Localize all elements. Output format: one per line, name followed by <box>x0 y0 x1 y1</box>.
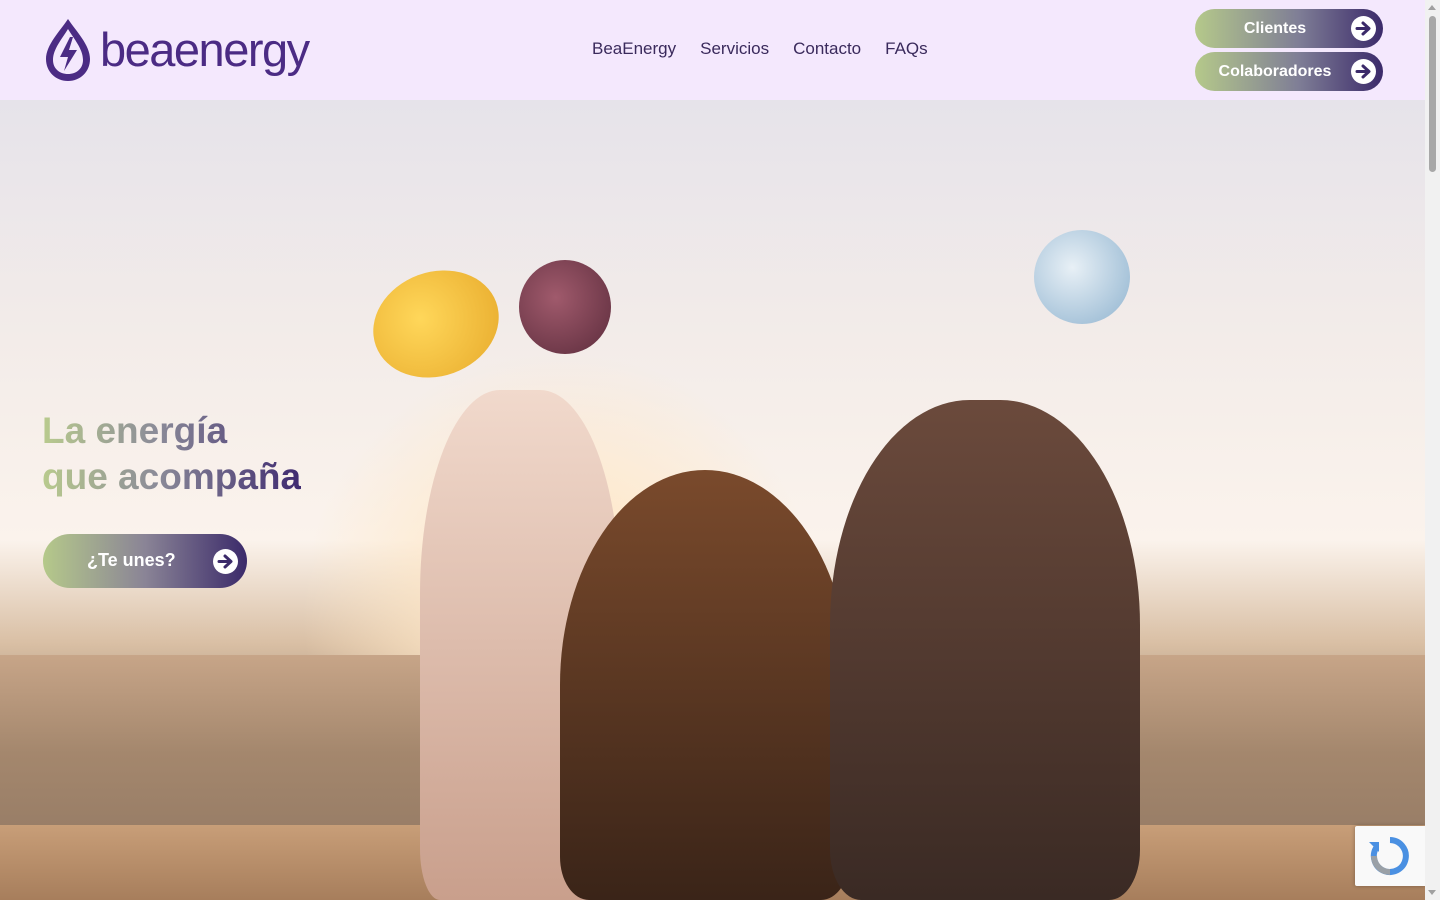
scrollbar[interactable] <box>1425 0 1440 900</box>
person-silhouette-center <box>560 470 850 900</box>
arrow-right-circle-icon <box>1351 59 1376 84</box>
join-button[interactable]: ¿Te unes? <box>43 534 247 588</box>
arrow-right-circle-icon <box>213 549 238 574</box>
hero-title: La energía que acompaña <box>42 408 301 500</box>
nav-item-servicios[interactable]: Servicios <box>700 39 769 59</box>
brand-logo[interactable]: beaenergy <box>42 17 310 83</box>
logo-wordmark: beaenergy <box>100 22 310 76</box>
arrow-right-circle-icon <box>1351 16 1376 41</box>
red-balloon <box>519 260 611 354</box>
recaptcha-icon <box>1369 837 1409 875</box>
hero-title-line-1: La energía <box>42 410 228 451</box>
site-header: beaenergy BeaEnergy Servicios Contacto F… <box>0 0 1425 100</box>
nav-item-faqs[interactable]: FAQs <box>885 39 928 59</box>
clients-button[interactable]: Clientes <box>1195 9 1383 48</box>
main-nav: BeaEnergy Servicios Contacto FAQs <box>592 39 928 59</box>
hero-title-line-2: que acompaña <box>42 456 302 497</box>
scroll-thumb[interactable] <box>1429 16 1436 172</box>
drop-bolt-icon <box>46 19 90 81</box>
nav-item-contacto[interactable]: Contacto <box>793 39 861 59</box>
collaborators-button[interactable]: Colaboradores <box>1195 52 1383 91</box>
person-silhouette-right <box>830 400 1140 900</box>
scroll-up-arrow[interactable] <box>1428 5 1436 10</box>
blue-balloon <box>1034 230 1130 324</box>
join-button-label: ¿Te unes? <box>87 550 176 570</box>
nav-item-beaenergy[interactable]: BeaEnergy <box>592 39 676 59</box>
scroll-down-arrow[interactable] <box>1428 890 1436 895</box>
hero-section: La energía que acompaña ¿Te unes? <box>0 100 1425 900</box>
recaptcha-badge[interactable] <box>1355 826 1425 886</box>
